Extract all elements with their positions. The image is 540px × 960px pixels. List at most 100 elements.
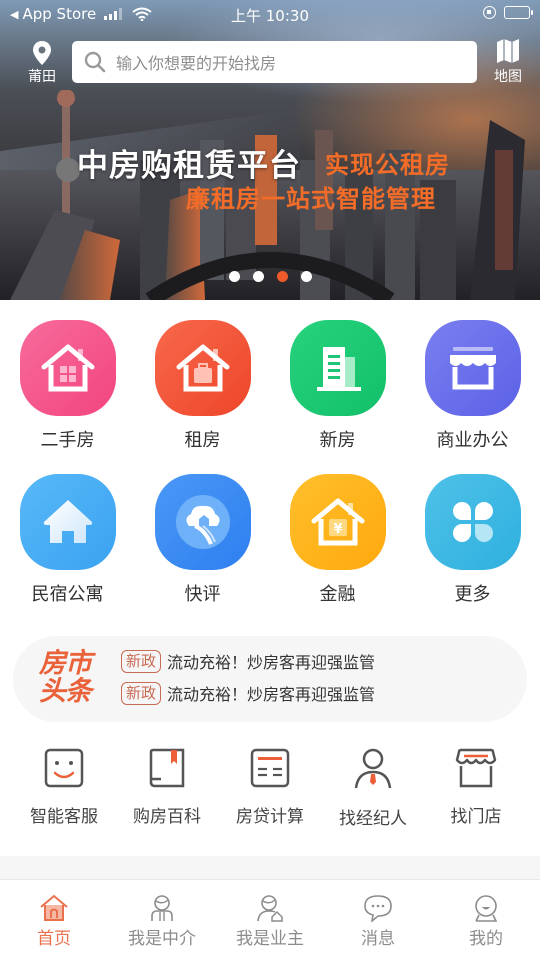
news-ticker[interactable]: 房市 头条 新政 流动充裕！炒房客再迎强监管 新政 流动充裕！炒房客再迎强监管 (13, 636, 527, 722)
category-rent[interactable]: 租房 (135, 320, 270, 452)
tab-label: 我是中介 (128, 929, 196, 949)
svg-text:¥: ¥ (333, 522, 342, 537)
house-yuan-icon: ¥ (311, 498, 364, 546)
tab-label: 消息 (361, 929, 395, 949)
search-icon (84, 51, 106, 73)
location-label: 莆田 (28, 69, 56, 85)
home-tab-icon (40, 894, 68, 921)
bottom-tab-bar: 首页 我是中介 我是业主 消息 我的 (0, 886, 540, 960)
carousel-dot[interactable] (301, 271, 312, 282)
tab-label: 我是业主 (236, 929, 304, 949)
news-headline: 流动充裕！炒房客再迎强监管 (167, 685, 376, 704)
status-right (483, 6, 533, 19)
carousel-indicator (229, 271, 312, 282)
carousel-dot[interactable] (229, 271, 240, 282)
category-label: 民宿公寓 (31, 584, 104, 605)
map-icon (497, 39, 519, 63)
category-new-home[interactable]: 新房 (270, 320, 405, 452)
category-label: 金融 (319, 584, 356, 605)
agent-icon (354, 748, 392, 789)
category-icon-bg (19, 320, 116, 416)
smiley-icon (44, 748, 84, 788)
status-bar: ◀ App Store 上午 10:30 (0, 0, 540, 30)
section-divider (0, 856, 540, 880)
tab-messages[interactable]: 消息 (324, 886, 432, 960)
category-label: 新房 (319, 430, 356, 451)
house-suitcase-icon (176, 344, 229, 392)
calculator-icon (250, 748, 290, 788)
home-icon (43, 500, 92, 543)
tool-find-agent[interactable]: 找经纪人 (323, 748, 423, 829)
store-icon (455, 748, 497, 788)
search-placeholder: 输入你想要的开始找房 (116, 54, 277, 73)
category-grid-row-2: 民宿公寓 快评 ¥ 金融 更多 (0, 474, 540, 606)
category-finance[interactable]: ¥ 金融 (270, 474, 405, 606)
agent-tab-icon (151, 895, 173, 921)
category-icon-bg (424, 320, 521, 416)
carousel-dot[interactable] (277, 271, 288, 282)
news-tag: 新政 (121, 681, 162, 705)
location-button[interactable]: 莆田 (22, 40, 62, 86)
carousel-dot[interactable] (253, 271, 264, 282)
category-label: 更多 (454, 584, 491, 605)
building-icon (316, 347, 361, 391)
news-tag: 新政 (121, 649, 162, 673)
tab-agent[interactable]: 我是中介 (108, 886, 216, 960)
top-nav: 莆田 输入你想要的开始找房 地图 (0, 36, 540, 90)
category-label: 二手房 (40, 430, 95, 451)
category-second-hand[interactable]: 二手房 (0, 320, 135, 452)
category-label: 商业办公 (436, 430, 509, 451)
tool-label: 找经纪人 (339, 809, 407, 829)
cloud-house-icon (175, 495, 230, 549)
tab-label: 首页 (37, 929, 71, 949)
house-window-icon (41, 344, 94, 392)
tool-label: 找门店 (450, 807, 502, 827)
category-icon-bg (19, 474, 116, 570)
category-grid-row-1: 二手房 租房 新房 商业办公 (0, 320, 540, 452)
shop-icon (449, 347, 496, 390)
orientation-lock-icon (483, 6, 496, 19)
tool-encyclopedia[interactable]: 购房百科 (117, 748, 217, 829)
category-more[interactable]: 更多 (405, 474, 540, 606)
category-icon-bg (154, 474, 251, 570)
clover-icon (452, 502, 493, 542)
tool-find-store[interactable]: 找门店 (426, 748, 526, 829)
tab-owner[interactable]: 我是业主 (216, 886, 324, 960)
news-logo: 房市 头条 (39, 648, 92, 707)
news-headline: 流动充裕！炒房客再迎强监管 (167, 653, 376, 672)
message-tab-icon (364, 895, 392, 922)
news-item[interactable]: 新政 流动充裕！炒房客再迎强监管 (121, 649, 375, 673)
tab-label: 我的 (469, 929, 503, 949)
search-input[interactable]: 输入你想要的开始找房 (72, 41, 477, 83)
location-pin-icon (33, 41, 51, 65)
category-icon-bg (154, 320, 251, 416)
news-logo-line-1: 房市 (39, 648, 92, 679)
tool-label: 智能客服 (30, 807, 98, 827)
tool-shortcuts: 智能客服 购房百科 房贷计算 找经纪人 找门店 (0, 748, 540, 829)
owner-tab-icon (257, 895, 283, 922)
news-item[interactable]: 新政 流动充裕！炒房客再迎强监管 (121, 681, 375, 705)
category-homestay[interactable]: 民宿公寓 (0, 474, 135, 606)
tool-loan-calculator[interactable]: 房贷计算 (220, 748, 320, 829)
tab-home[interactable]: 首页 (0, 886, 108, 960)
category-label: 租房 (184, 430, 221, 451)
map-label: 地图 (494, 69, 522, 85)
tool-smart-service[interactable]: 智能客服 (14, 748, 114, 829)
tool-label: 购房百科 (133, 807, 201, 827)
book-icon (149, 748, 185, 788)
category-icon-bg (424, 474, 521, 570)
news-logo-line-2: 头条 (39, 676, 92, 707)
battery-icon (504, 6, 533, 19)
profile-tab-icon (475, 895, 498, 922)
map-button[interactable]: 地图 (490, 38, 526, 86)
category-quick-review[interactable]: 快评 (135, 474, 270, 606)
category-icon-bg: ¥ (289, 474, 386, 570)
category-icon-bg (289, 320, 386, 416)
banner-slogan-accent-1: 实现公租房 (325, 151, 450, 179)
status-time: 上午 10:30 (231, 7, 309, 25)
tab-mine[interactable]: 我的 (432, 886, 540, 960)
category-commercial-office[interactable]: 商业办公 (405, 320, 540, 452)
banner-slogan-accent-2: 廉租房一站式智能管理 (186, 185, 436, 213)
tool-label: 房贷计算 (236, 807, 304, 827)
category-label: 快评 (184, 584, 221, 605)
